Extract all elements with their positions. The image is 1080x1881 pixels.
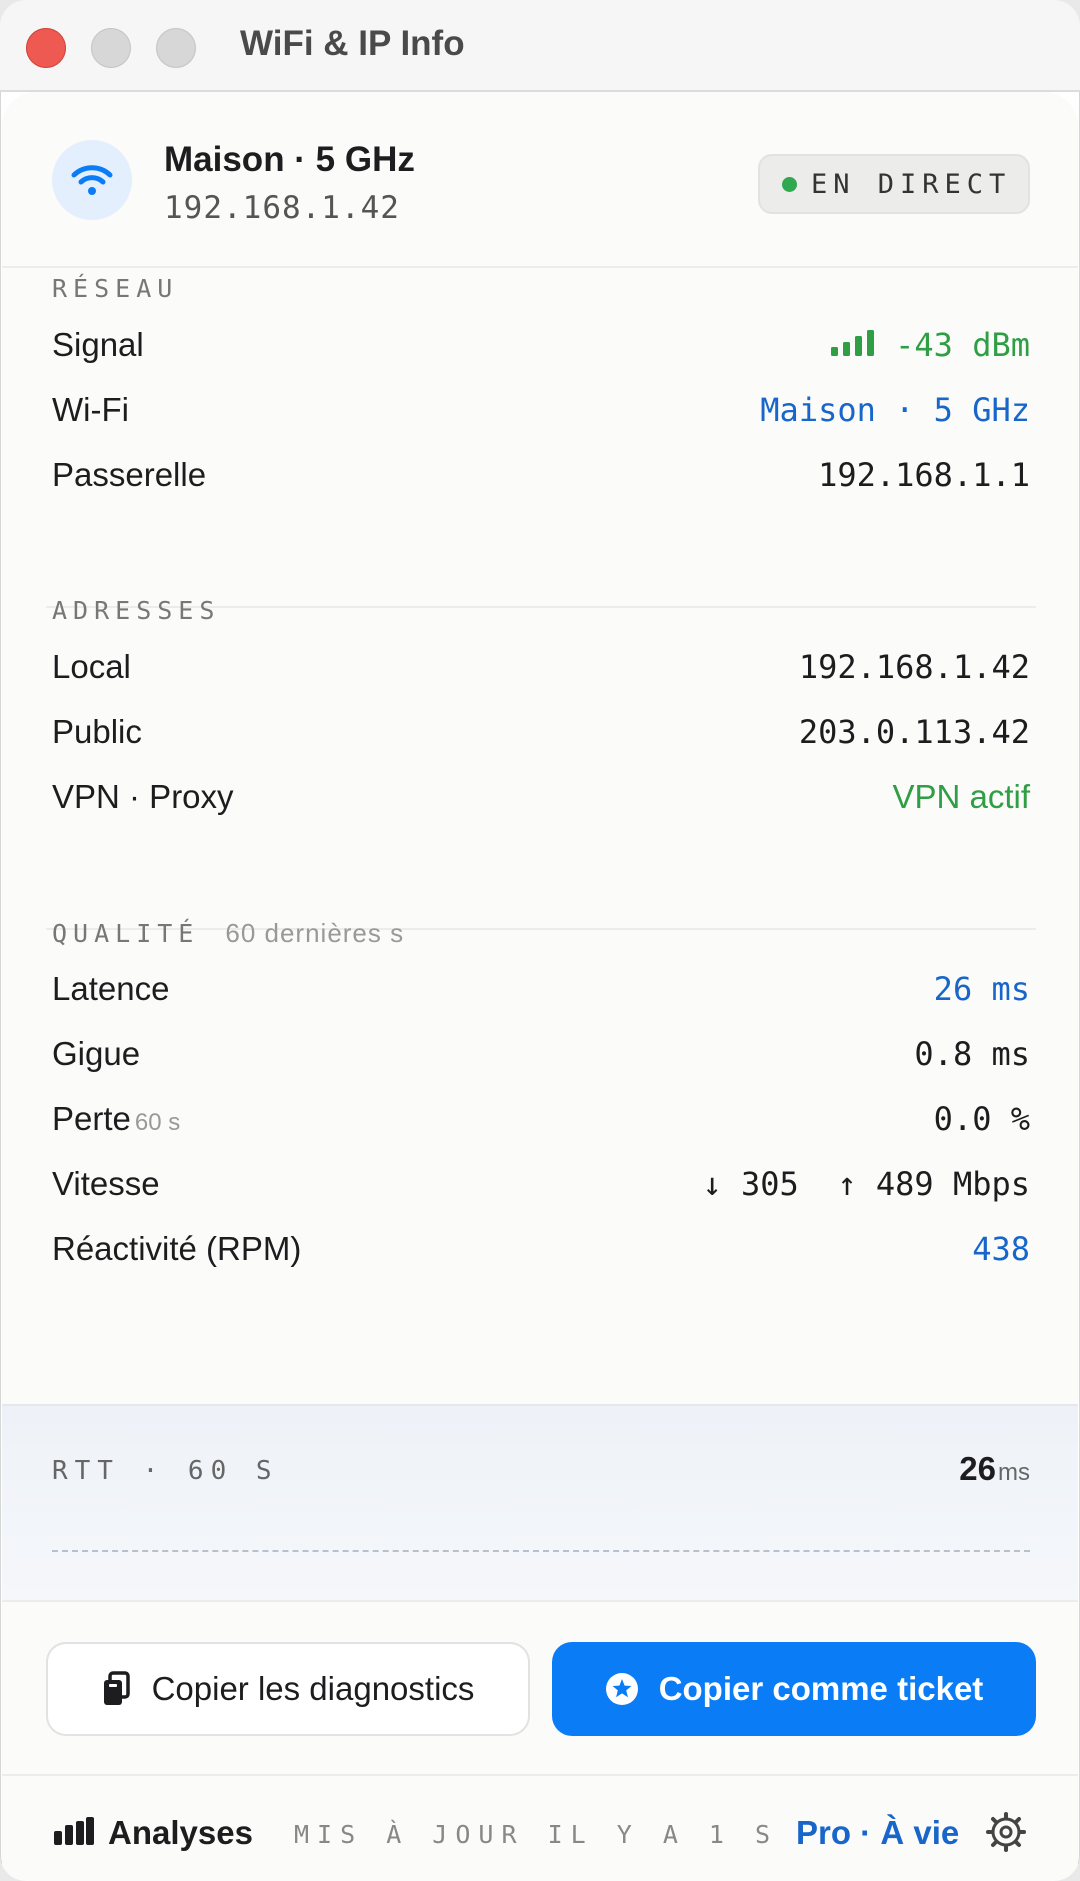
loss-sub: 60 s [134,1109,181,1136]
rtt-value-wrap: 26ms [959,1450,1030,1488]
bar-chart-icon [54,1816,94,1850]
status-text: EN DIRECT [811,168,1012,200]
footer: Analyses MIS À JOUR IL Y A 1 S Pro · À v… [2,1774,1078,1881]
window-title: WiFi & IP Info [240,24,465,63]
jitter-label: Gigue [52,1035,141,1072]
rtt-label: RTT · 60 S [52,1456,279,1486]
row-local: Local 192.168.1.42 [52,644,1030,694]
row-vpn: VPN · Proxy VPN actif [52,774,1030,824]
vpn-label: VPN · Proxy [52,778,234,815]
rtt-baseline [52,1550,1030,1552]
wifi-label: Wi-Fi [52,391,129,428]
row-speed: Vitesse ↓ 305 ↑ 489 Mbps [52,1161,1030,1211]
row-loss: Perte 60 s 0.0 % [52,1096,1030,1146]
section-label-network: RÉSEAU [52,274,179,303]
vpn-value: VPN actif [892,778,1030,815]
loss-label: Perte [52,1100,131,1137]
latency-value: 26 ms [933,970,1030,1008]
network-name: Maison · 5 GHz [164,140,415,179]
copy-ticket-button[interactable]: Copier comme ticket [552,1642,1036,1736]
star-badge-icon [605,1672,639,1706]
gear-icon[interactable] [986,1812,1026,1857]
wifi-icon [52,140,132,220]
wifi-value: Maison · 5 GHz [760,391,1030,429]
row-rpm: Réactivité (RPM) 438 [52,1226,1030,1276]
row-jitter: Gigue 0.8 ms [52,1031,1030,1081]
status-badge: EN DIRECT [758,154,1030,214]
rtt-value: 26 [959,1450,996,1487]
loss-value: 0.0 % [933,1100,1030,1138]
copy-diagnostics-button[interactable]: Copier les diagnostics [46,1642,530,1736]
local-value: 192.168.1.42 [798,648,1030,686]
local-label: Local [52,648,131,685]
signal-value: -43 dBm [895,326,1030,364]
row-signal: Signal -43 dBm [52,322,1030,372]
rtt-unit: ms [998,1459,1030,1486]
section-label-addresses: ADRESSES [52,596,220,625]
gateway-label: Passerelle [52,456,207,493]
title-bar: WiFi & IP Info [0,0,1080,92]
row-public: Public 203.0.113.42 [52,709,1030,759]
analyses-button[interactable]: Analyses [54,1814,253,1852]
network-header: Maison · 5 GHz 192.168.1.42 EN DIRECT [2,92,1078,268]
public-value: 203.0.113.42 [798,713,1030,751]
signal-label: Signal [52,326,144,363]
zoom-window-button[interactable] [156,28,196,68]
analyses-label: Analyses [108,1814,253,1851]
jitter-value: 0.8 ms [914,1035,1030,1073]
section-label-quality-text: QUALITÉ [52,919,200,948]
row-gateway: Passerelle 192.168.1.1 [52,452,1030,502]
section-label-quality: QUALITÉ 60 dernières s [52,918,404,949]
loss-label-wrap: Perte 60 s [52,1100,180,1138]
public-label: Public [52,713,142,750]
copy-ticket-label: Copier comme ticket [658,1670,984,1707]
section-label-addresses-text: ADRESSES [52,596,221,625]
rtt-graph: RTT · 60 S 26ms [2,1404,1078,1602]
row-wifi: Wi-Fi Maison · 5 GHz [52,387,1030,437]
app-window: WiFi & IP Info Maison · 5 GHz 192.168.1.… [0,0,1080,1881]
live-dot-icon [782,176,797,192]
gateway-value: 192.168.1.1 [818,456,1030,494]
section-sub-quality: 60 dernières s [225,918,405,948]
minimize-window-button[interactable] [91,28,131,68]
row-latency: Latence 26 ms [52,966,1030,1016]
latency-label: Latence [52,970,170,1007]
close-window-button[interactable] [26,28,66,68]
signal-value-wrap: -43 dBm [831,326,1030,366]
speed-label: Vitesse [52,1165,160,1202]
main-panel: Maison · 5 GHz 192.168.1.42 EN DIRECT RÉ… [2,92,1078,1881]
pro-link[interactable]: Pro · À vie [796,1814,959,1852]
copy-diagnostics-label: Copier les diagnostics [151,1670,475,1707]
rpm-label: Réactivité (RPM) [52,1230,302,1267]
last-updated: MIS À JOUR IL Y A 1 S [294,1820,779,1849]
speed-value: ↓ 305 ↑ 489 Mbps [702,1165,1030,1203]
rpm-value: 438 [972,1230,1030,1268]
signal-bars-icon [831,326,879,364]
clipboard-icon [102,1671,132,1707]
network-ip: 192.168.1.42 [164,190,400,226]
